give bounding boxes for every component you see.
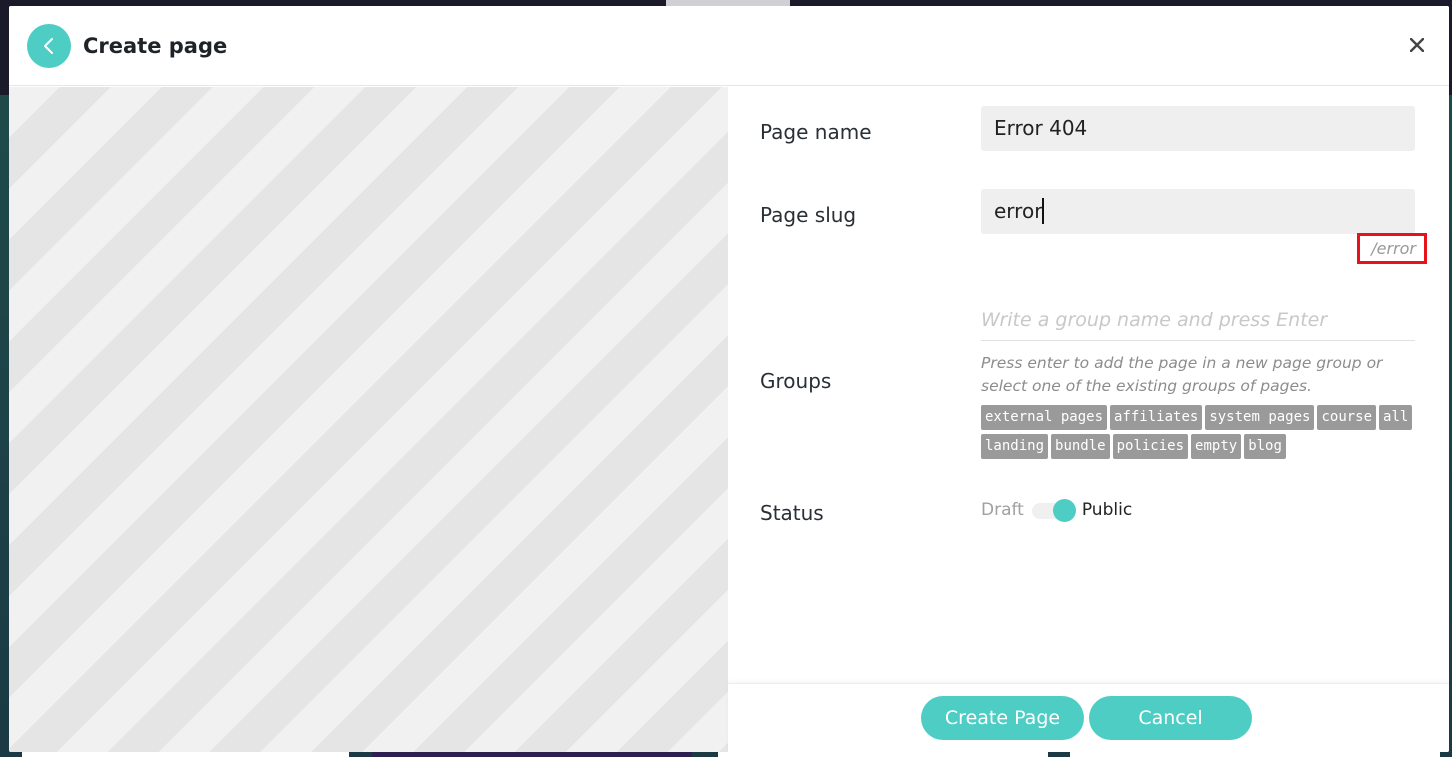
- text-cursor: [1042, 197, 1044, 224]
- page-name-value: Error 404: [994, 116, 1088, 140]
- status-draft-label: Draft: [981, 500, 1024, 520]
- status-label: Status: [760, 501, 824, 525]
- page-slug-input[interactable]: error: [981, 189, 1415, 234]
- group-tag[interactable]: affiliates: [1110, 405, 1203, 430]
- page-name-input[interactable]: Error 404: [981, 106, 1415, 151]
- slug-preview-hint: /error: [1357, 233, 1427, 264]
- status-toggle[interactable]: [1030, 499, 1076, 522]
- group-tag[interactable]: all: [1379, 405, 1413, 430]
- group-tag[interactable]: bundle: [1051, 434, 1110, 459]
- group-tag[interactable]: landing: [981, 434, 1049, 459]
- cancel-button[interactable]: Cancel: [1089, 696, 1252, 740]
- group-tag[interactable]: external pages: [981, 405, 1108, 430]
- modal-header: Create page: [9, 6, 1449, 86]
- chevron-left-icon: [44, 38, 53, 54]
- close-icon: [1410, 38, 1424, 52]
- create-page-modal: Create page Page name Error 404 Page slu…: [9, 6, 1449, 752]
- group-tag[interactable]: empty: [1191, 434, 1242, 459]
- create-page-button[interactable]: Create Page: [921, 696, 1084, 740]
- group-tag[interactable]: policies: [1112, 434, 1189, 459]
- page-slug-label: Page slug: [760, 203, 857, 227]
- page-form: Page name Error 404 Page slug error /err…: [728, 87, 1449, 683]
- modal-title: Create page: [83, 34, 228, 58]
- page-name-label: Page name: [760, 120, 872, 144]
- back-button[interactable]: [27, 24, 71, 68]
- page-preview-placeholder: [9, 87, 728, 752]
- modal-footer: Create Page Cancel: [728, 683, 1449, 752]
- groups-help-text: Press enter to add the page in a new pag…: [981, 354, 1383, 395]
- status-switch: Draft Public: [981, 499, 1133, 522]
- status-public-label: Public: [1081, 500, 1133, 520]
- groups-label: Groups: [760, 369, 832, 393]
- group-tag[interactable]: system pages: [1205, 405, 1315, 430]
- toggle-knob: [1052, 499, 1076, 522]
- group-tags: external pages affiliates system pages c…: [981, 405, 1421, 459]
- group-name-input[interactable]: Write a group name and press Enter: [981, 303, 1415, 341]
- close-button[interactable]: [1407, 35, 1427, 55]
- group-tag[interactable]: blog: [1244, 434, 1286, 459]
- page-slug-value: error: [994, 199, 1043, 223]
- group-tag[interactable]: course: [1317, 405, 1377, 430]
